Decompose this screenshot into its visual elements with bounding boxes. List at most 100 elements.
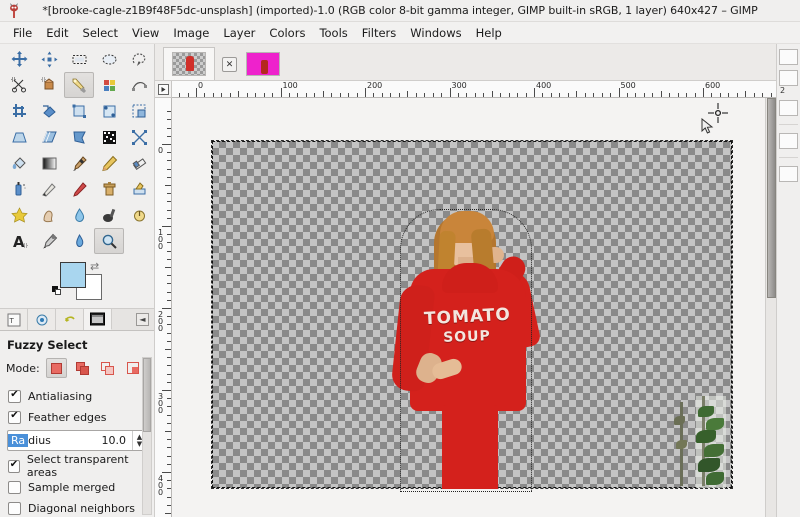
cage-transform-tool[interactable] — [94, 124, 124, 150]
ink-tool[interactable] — [34, 176, 64, 202]
select-transparent-areas-label: Select transparent areas — [26, 453, 129, 479]
gegl-operation-tool[interactable] — [64, 228, 94, 254]
tab-undo-history[interactable] — [56, 309, 84, 330]
radius-spinbox[interactable]: Ra dius 10.0 ▲ ▼ — [7, 430, 147, 451]
move-tool[interactable] — [4, 46, 34, 72]
foreground-color-swatch[interactable] — [60, 262, 86, 288]
right-dock-field-4[interactable] — [779, 133, 798, 149]
airbrush-tool[interactable] — [4, 176, 34, 202]
menu-view[interactable]: View — [125, 24, 166, 42]
dock-menu-icon[interactable]: ◄ — [136, 313, 149, 326]
menu-tools[interactable]: Tools — [312, 24, 354, 42]
bucket-fill-tool[interactable] — [4, 150, 34, 176]
eraser-tool[interactable] — [124, 150, 154, 176]
ruler-tick — [703, 88, 704, 97]
select-transparent-areas-checkbox[interactable] — [8, 459, 20, 473]
image-canvas[interactable]: TOMATO SOUP — [211, 140, 733, 492]
menu-image[interactable]: Image — [166, 24, 216, 42]
perspective-tool[interactable] — [4, 124, 34, 150]
ruler-tick — [167, 504, 171, 506]
smudge-tool[interactable] — [34, 202, 64, 228]
image-tab-magenta[interactable] — [237, 47, 289, 80]
text-tool[interactable]: A — [4, 228, 34, 254]
menu-select[interactable]: Select — [76, 24, 125, 42]
perspective-clone-tool[interactable] — [4, 202, 34, 228]
clone-tool[interactable] — [94, 176, 124, 202]
feather-edges-checkbox[interactable] — [8, 410, 21, 424]
rectangle-select-tool[interactable] — [64, 46, 94, 72]
blur-sharpen-tool[interactable] — [64, 202, 94, 228]
sample-merged-row[interactable]: Sample merged — [6, 477, 148, 497]
mypaint-brush-tool[interactable] — [64, 176, 94, 202]
ruler-tick — [491, 91, 493, 97]
alignment-tool[interactable] — [34, 46, 64, 72]
pencil-tool[interactable] — [94, 150, 124, 176]
mode-add[interactable] — [71, 358, 93, 378]
paths-tool[interactable] — [124, 72, 154, 98]
color-picker-tool[interactable] — [34, 228, 64, 254]
3d-transform-tool[interactable] — [124, 124, 154, 150]
menu-filters[interactable]: Filters — [355, 24, 403, 42]
foreground-select-tool[interactable] — [34, 72, 64, 98]
zoom-tool[interactable] — [94, 228, 124, 254]
mode-replace[interactable] — [45, 358, 68, 378]
title-bar: *[brooke-cagle-z1B9f48F5dc-unsplash] (im… — [0, 0, 800, 22]
canvas-vertical-scrollbar[interactable] — [765, 98, 776, 517]
free-select-tool[interactable] — [124, 46, 154, 72]
right-dock-field-1[interactable] — [779, 49, 798, 65]
scale-tool[interactable] — [124, 98, 154, 124]
swap-colors-icon[interactable]: ⇄ — [90, 260, 99, 273]
gradient-tool[interactable] — [34, 150, 64, 176]
menu-colors[interactable]: Colors — [262, 24, 312, 42]
menu-edit[interactable]: Edit — [39, 24, 75, 42]
menu-help[interactable]: Help — [469, 24, 509, 42]
tool-options-scrollbar[interactable] — [142, 357, 152, 515]
ruler-tick — [457, 93, 459, 97]
shear-tool[interactable] — [34, 124, 64, 150]
heal-tool[interactable] — [124, 176, 154, 202]
handle-transform-tool[interactable] — [94, 98, 124, 124]
menu-layer[interactable]: Layer — [216, 24, 262, 42]
right-dock-field-2[interactable] — [779, 70, 798, 86]
fuzzy-select-tool[interactable] — [64, 72, 94, 98]
sample-merged-checkbox[interactable] — [8, 480, 21, 494]
close-tab-button[interactable]: ✕ — [222, 57, 237, 72]
diagonal-neighbors-checkbox[interactable] — [8, 501, 21, 515]
menu-windows[interactable]: Windows — [403, 24, 468, 42]
image-tab-tomato-soup[interactable] — [163, 47, 215, 80]
feather-edges-row[interactable]: Feather edges — [6, 407, 148, 427]
tool-options-scroll-thumb[interactable] — [143, 358, 151, 432]
ruler-tick — [711, 93, 713, 97]
measure-tool[interactable] — [124, 202, 154, 228]
scissors-select-tool[interactable] — [4, 72, 34, 98]
canvas-vertical-scroll-thumb[interactable] — [767, 98, 776, 298]
right-dock-field-5[interactable] — [779, 166, 798, 182]
tab-device-status[interactable] — [28, 309, 56, 330]
radius-label-selected: Ra — [8, 434, 29, 447]
select-transparent-areas-row[interactable]: Select transparent areas — [6, 453, 148, 479]
mode-intersect[interactable] — [122, 358, 144, 378]
crop-tool[interactable] — [4, 98, 34, 124]
transform-tool[interactable] — [34, 98, 64, 124]
tab-tool-options-list[interactable]: T — [0, 309, 28, 330]
horizontal-ruler[interactable]: 0 100 200 300 400 500 600 — [172, 81, 776, 98]
antialiasing-checkbox[interactable] — [8, 389, 21, 403]
vertical-ruler[interactable]: 0 100 200 300 400 — [155, 98, 172, 517]
tab-tool-options[interactable] — [84, 309, 112, 330]
warp-transform-tool[interactable] — [64, 124, 94, 150]
canvas-viewport[interactable]: TOMATO SOUP — [172, 98, 765, 517]
menu-file[interactable]: File — [6, 24, 39, 42]
antialiasing-row[interactable]: Antialiasing — [6, 386, 148, 406]
paintbrush-tool[interactable] — [64, 150, 94, 176]
ruler-tick — [356, 93, 358, 97]
unified-transform-tool[interactable] — [64, 98, 94, 124]
ellipse-select-tool[interactable] — [94, 46, 124, 72]
select-by-color-tool[interactable] — [94, 72, 124, 98]
dodge-burn-tool[interactable] — [94, 202, 124, 228]
leaf — [706, 472, 724, 485]
mode-subtract[interactable] — [97, 358, 119, 378]
radius-value[interactable]: 10.0 — [102, 434, 133, 447]
ruler-origin-icon[interactable] — [155, 81, 172, 98]
right-dock-field-3[interactable] — [779, 100, 798, 116]
diagonal-neighbors-row[interactable]: Diagonal neighbors — [6, 498, 148, 517]
